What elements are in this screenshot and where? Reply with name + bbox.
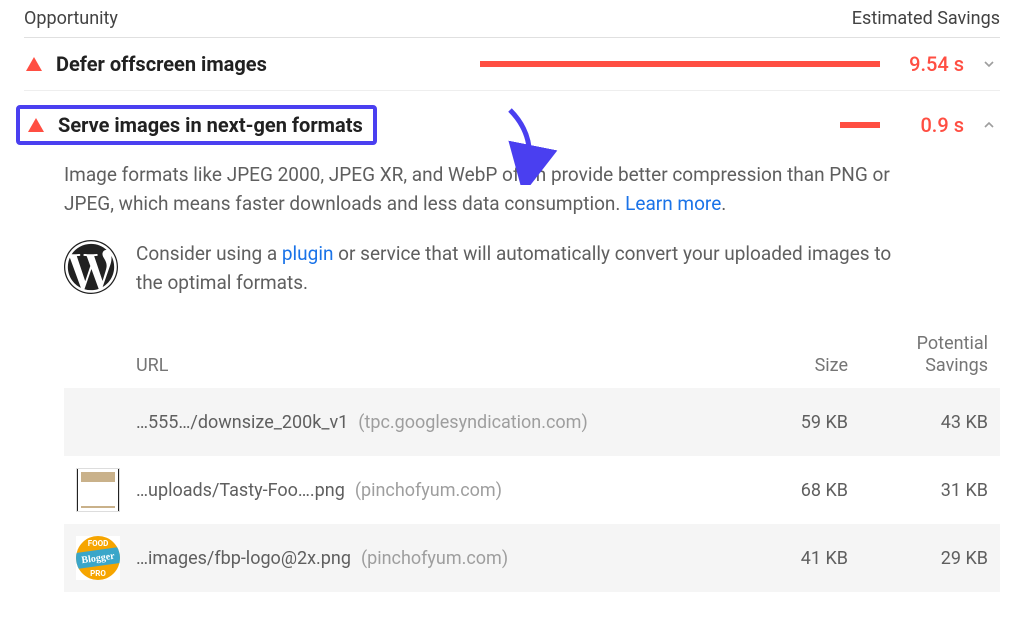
savings-cell: 43 KB (848, 412, 988, 433)
opportunities-header: Opportunity Estimated Savings (24, 4, 1000, 37)
th-savings: PotentialSavings (848, 333, 988, 376)
audit-title: Serve images in next-gen formats (58, 113, 363, 137)
table-row: FOODBloggerPRO …images/fbp-logo@2x.png (… (64, 524, 1000, 592)
size-cell: 59 KB (738, 412, 848, 433)
header-right: Estimated Savings (852, 8, 1000, 29)
stack-tip: Consider using a plugin or service that … (64, 240, 1000, 297)
savings-bar (480, 122, 880, 128)
url-cell[interactable]: …555…/downsize_200k_v1 (tpc.googlesyndic… (136, 412, 738, 433)
savings-value: 0.9 s (894, 113, 964, 137)
chevron-down-icon[interactable] (978, 53, 1000, 75)
table-row: …555…/downsize_200k_v1 (tpc.googlesyndic… (64, 388, 1000, 456)
url-cell[interactable]: …images/fbp-logo@2x.png (pinchofyum.com) (136, 548, 738, 569)
size-cell: 68 KB (738, 480, 848, 501)
savings-cell: 29 KB (848, 548, 988, 569)
savings-value: 9.54 s (894, 52, 964, 76)
thumbnail: FOODBloggerPRO (76, 536, 120, 580)
table-row: …uploads/Tasty-Foo….png (pinchofyum.com)… (64, 456, 1000, 524)
th-size: Size (738, 355, 848, 376)
savings-cell: 31 KB (848, 480, 988, 501)
th-url: URL (136, 355, 738, 376)
audit-next-gen-formats[interactable]: Serve images in next-gen formats 0.9 s I… (24, 91, 1000, 606)
size-cell: 41 KB (738, 548, 848, 569)
audit-title: Defer offscreen images (56, 52, 267, 76)
thumbnail (76, 468, 120, 512)
savings-bar (480, 61, 880, 67)
plugin-link[interactable]: plugin (282, 242, 334, 265)
wordpress-icon (64, 240, 118, 294)
warning-icon (26, 57, 42, 71)
chevron-up-icon[interactable] (978, 114, 1000, 136)
stack-text: Consider using a plugin or service that … (136, 240, 896, 297)
highlight-box: Serve images in next-gen formats (16, 105, 377, 145)
resources-table: URL Size PotentialSavings …555…/downsize… (64, 325, 1000, 592)
thumbnail (76, 400, 120, 444)
url-cell[interactable]: …uploads/Tasty-Foo….png (pinchofyum.com) (136, 480, 738, 501)
audit-defer-offscreen-images[interactable]: Defer offscreen images 9.54 s (24, 38, 1000, 91)
audit-description: Image formats like JPEG 2000, JPEG XR, a… (24, 145, 944, 218)
learn-more-link[interactable]: Learn more (625, 192, 721, 215)
warning-icon (28, 118, 44, 132)
header-left: Opportunity (24, 8, 118, 29)
table-header: URL Size PotentialSavings (64, 325, 1000, 388)
